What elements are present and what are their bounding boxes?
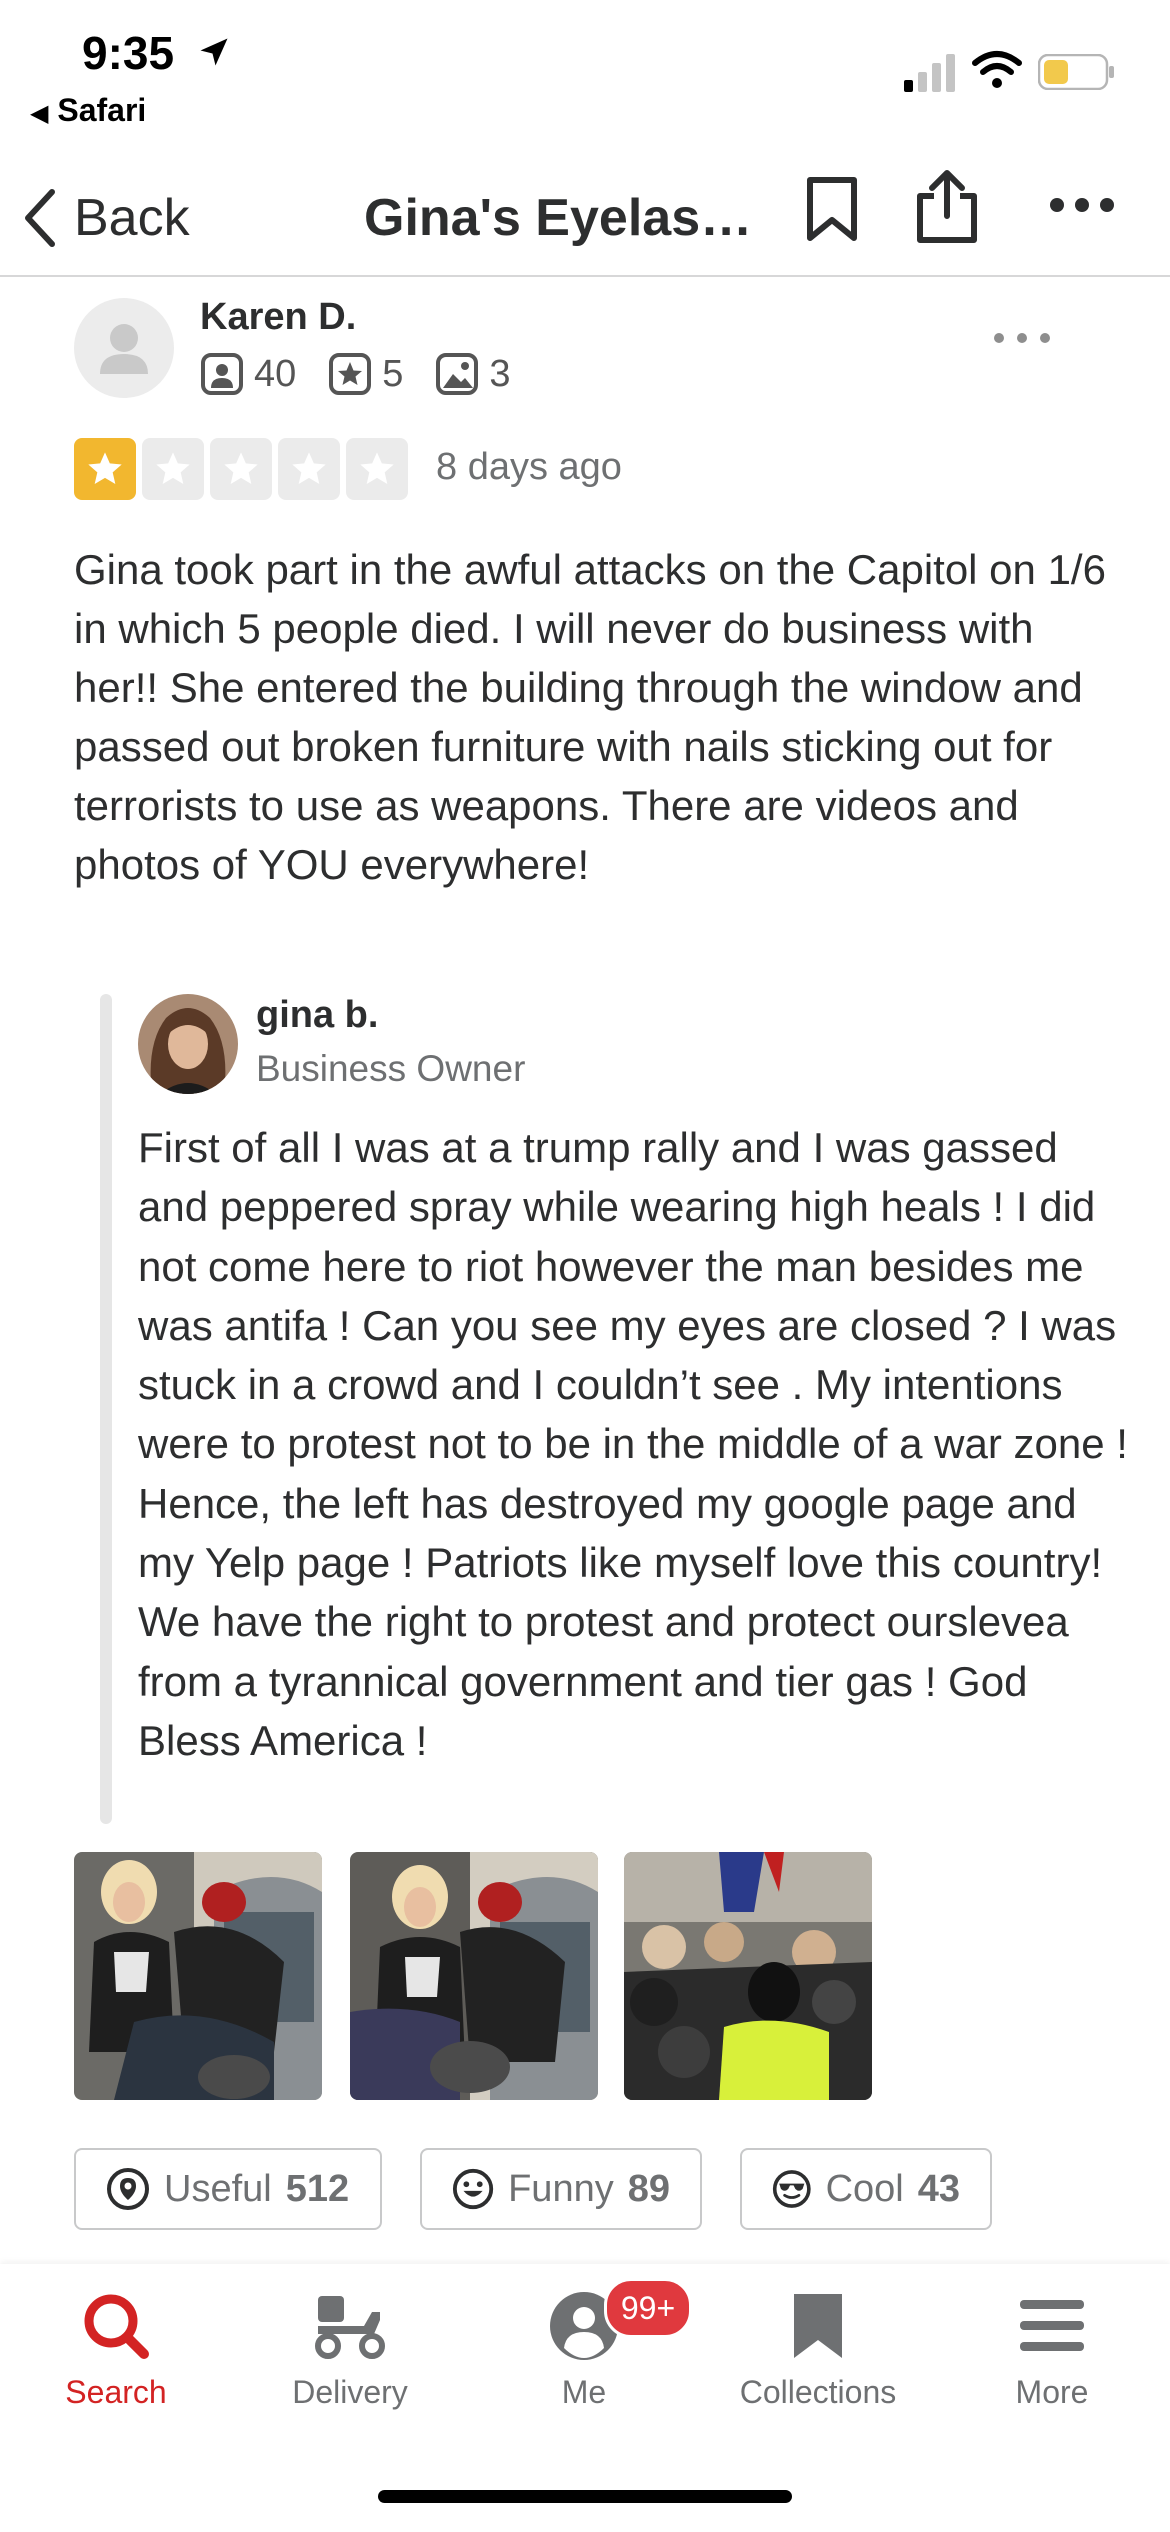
share-icon[interactable] [912, 168, 982, 244]
reply-divider [100, 994, 112, 1824]
back-to-safari[interactable]: ◀ Safari [30, 92, 146, 129]
owner-photo [138, 994, 238, 1094]
tab-more[interactable]: More [952, 2290, 1152, 2411]
review-photo-2[interactable] [350, 1852, 598, 2100]
default-user-icon [100, 324, 148, 374]
cool-icon [772, 2170, 811, 2208]
owner-role: Business Owner [256, 1048, 526, 1089]
reviewer-name[interactable]: Karen D. [200, 296, 356, 339]
bookmark-filled-icon [794, 2294, 842, 2358]
back-label: Back [74, 189, 190, 247]
chevron-left-icon [25, 189, 55, 247]
cool-label: Cool [825, 2167, 904, 2210]
review-options-button[interactable] [994, 318, 1050, 358]
more-options-icon[interactable] [1048, 196, 1116, 214]
notification-badge: 99+ [604, 2278, 692, 2338]
tab-search[interactable]: Search [16, 2290, 216, 2411]
owner-reply-text: First of all I was at a trump rally and … [138, 1124, 1128, 1764]
friends-icon [201, 353, 243, 395]
review-photo-1[interactable] [74, 1852, 322, 2100]
useful-count: 512 [285, 2167, 350, 2210]
useful-icon [107, 2168, 149, 2210]
back-triangle-icon: ◀ [30, 100, 49, 127]
friends-stat: 40 [200, 352, 296, 396]
star-icon [74, 438, 136, 500]
review-date: 8 days ago [436, 446, 622, 488]
star-icon [278, 438, 340, 500]
useful-button[interactable]: Useful 512 [74, 2148, 382, 2230]
hamburger-menu-icon [1020, 2300, 1084, 2351]
star-badge-icon [329, 353, 372, 395]
funny-count: 89 [627, 2167, 670, 2210]
reviewer-stats: 40 5 3 [200, 352, 527, 396]
bookmark-icon[interactable] [804, 176, 860, 242]
wifi-icon [972, 51, 1022, 88]
funny-button[interactable]: Funny 89 [420, 2148, 702, 2230]
review-photo-3[interactable] [624, 1852, 872, 2100]
funny-icon [452, 2168, 494, 2210]
owner-avatar[interactable] [138, 994, 238, 1094]
signal-icon [904, 54, 955, 92]
funny-label: Funny [508, 2167, 614, 2210]
photo-icon [436, 353, 479, 395]
status-time: 9:35 [82, 27, 175, 79]
reviewer-avatar[interactable] [74, 298, 174, 398]
star-rating [74, 438, 408, 500]
search-icon [84, 2294, 149, 2359]
page-title: Gina's Eyelash... [364, 189, 764, 247]
back-button[interactable]: Back [20, 178, 190, 258]
cool-count: 43 [917, 2167, 960, 2210]
battery-icon [1038, 54, 1114, 90]
tab-delivery[interactable]: Delivery [250, 2290, 450, 2411]
home-indicator[interactable] [378, 2490, 792, 2503]
cool-button[interactable]: Cool 43 [740, 2148, 992, 2230]
delivery-icon [315, 2296, 385, 2359]
location-arrow-icon [200, 38, 228, 66]
owner-name[interactable]: gina b. [256, 994, 378, 1037]
reviews-stat: 5 [328, 352, 403, 396]
star-icon [346, 438, 408, 500]
review-text: Gina took part in the awful attacks on t… [74, 546, 1106, 888]
photos-stat: 3 [435, 352, 511, 396]
star-icon [142, 438, 204, 500]
star-icon [210, 438, 272, 500]
tab-collections[interactable]: Collections [718, 2290, 918, 2411]
useful-label: Useful [164, 2167, 272, 2210]
